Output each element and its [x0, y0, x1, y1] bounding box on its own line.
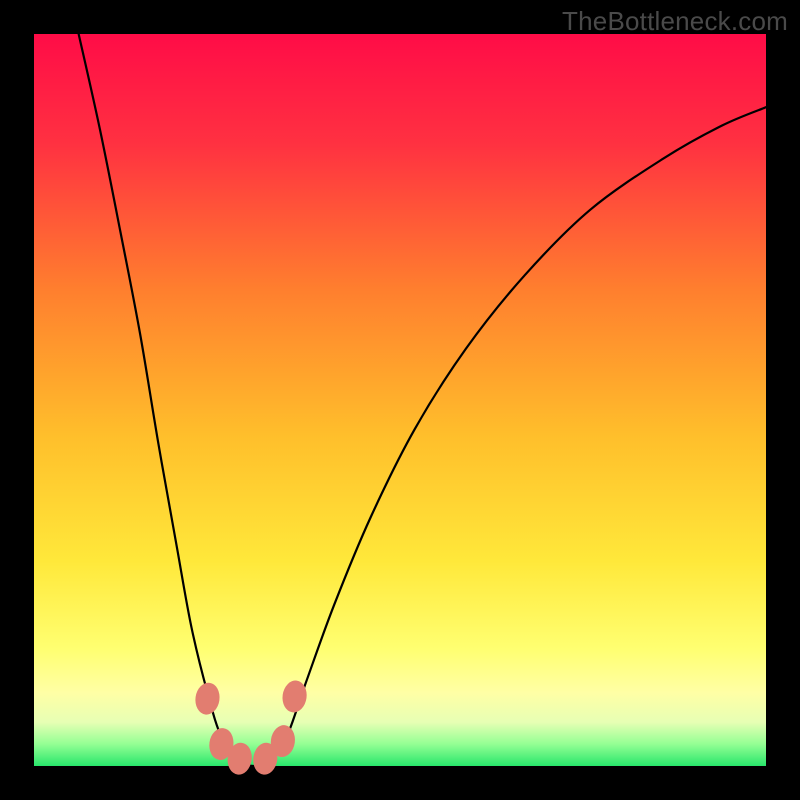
bottleneck-curve [79, 34, 766, 766]
chart-svg-layer [34, 34, 766, 766]
highlight-marker-0 [193, 681, 221, 716]
watermark-text: TheBottleneck.com [562, 6, 788, 37]
chart-frame: TheBottleneck.com [0, 0, 800, 800]
